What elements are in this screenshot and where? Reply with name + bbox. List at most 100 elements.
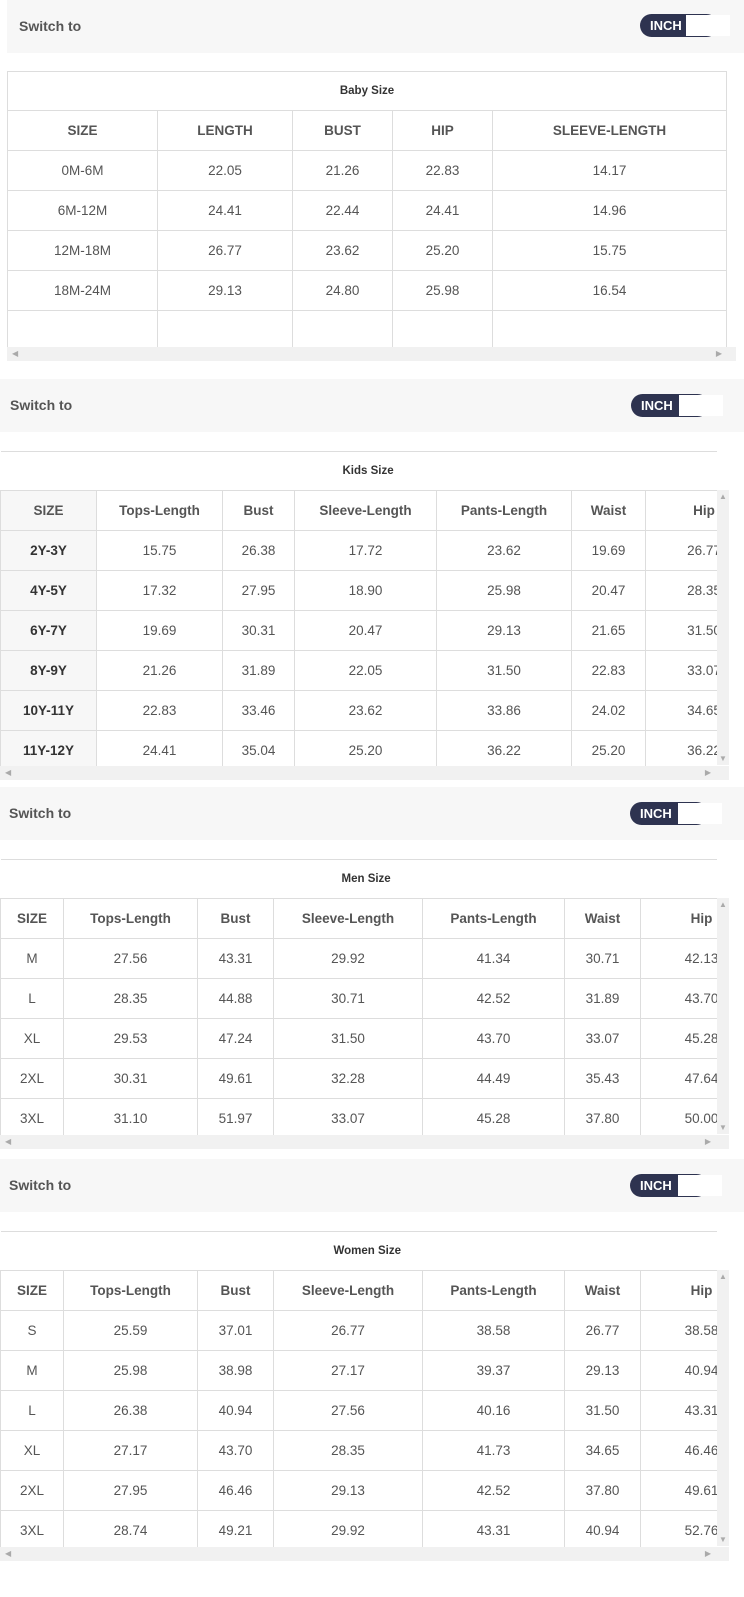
measurement-cell: 25.98 bbox=[392, 270, 493, 311]
horizontal-scrollbar[interactable]: ◀ ▶ bbox=[0, 766, 729, 780]
table-title: Men Size bbox=[0, 859, 717, 899]
scroll-up-icon[interactable]: ▲ bbox=[719, 1272, 727, 1281]
measurement-cell: 17.72 bbox=[294, 530, 437, 571]
kids-size-table: Kids Size SIZE Tops-Length Bust Sleeve-Leng… bbox=[0, 451, 717, 767]
table-row: 10Y-11Y22.8333.4623.6233.8624.0234.65 bbox=[0, 690, 717, 731]
measurement-cell: 24.41 bbox=[157, 190, 293, 231]
size-cell: 18M-24M bbox=[7, 270, 158, 311]
measurement-cell: 31.50 bbox=[564, 1390, 641, 1431]
measurement-cell: 24.80 bbox=[292, 270, 393, 311]
measurement-cell: 45.28 bbox=[422, 1098, 565, 1135]
measurement-cell: 16.54 bbox=[491, 270, 728, 311]
scroll-right-icon[interactable]: ▶ bbox=[716, 347, 722, 361]
horizontal-scrollbar[interactable]: ◀ ▶ bbox=[0, 1135, 729, 1149]
measurement-cell: 42.52 bbox=[422, 978, 565, 1019]
unit-toggle[interactable]: INCH bbox=[630, 802, 722, 825]
measurement-cell: 19.69 bbox=[96, 610, 223, 651]
vertical-scrollbar[interactable]: ▲ ▼ bbox=[717, 490, 729, 765]
table-row: 8Y-9Y21.2631.8922.0531.5022.8333.07 bbox=[0, 650, 717, 691]
scroll-right-icon[interactable]: ▶ bbox=[705, 766, 711, 780]
measurement-cell: 37.80 bbox=[564, 1470, 641, 1511]
scroll-up-icon[interactable]: ▲ bbox=[719, 492, 727, 501]
measurement-cell: 42.52 bbox=[422, 1470, 565, 1511]
column-header: Waist bbox=[571, 490, 646, 531]
scroll-up-icon[interactable]: ▲ bbox=[719, 900, 727, 909]
measurement-cell: 35.43 bbox=[564, 1058, 641, 1099]
unit-toggle[interactable]: INCH bbox=[631, 394, 723, 417]
scroll-left-icon[interactable]: ◀ bbox=[5, 766, 11, 780]
measurement-cell: 37.80 bbox=[564, 1098, 641, 1135]
scroll-left-icon[interactable]: ◀ bbox=[5, 1135, 11, 1149]
measurement-cell: 28.35 bbox=[645, 570, 717, 611]
unit-toggle[interactable]: INCH bbox=[640, 14, 730, 37]
measurement-cell: 33.07 bbox=[645, 650, 717, 691]
scroll-left-icon[interactable]: ◀ bbox=[12, 347, 18, 361]
column-header: Bust bbox=[197, 1270, 274, 1311]
size-cell: 2XL bbox=[0, 1470, 64, 1511]
measurement-cell: 27.56 bbox=[273, 1390, 423, 1431]
measurement-cell: 40.94 bbox=[639, 1350, 717, 1391]
measurement-cell: 31.10 bbox=[63, 1098, 198, 1135]
scroll-down-icon[interactable]: ▼ bbox=[719, 1535, 727, 1544]
measurement-cell: 21.26 bbox=[292, 150, 393, 191]
toggle-knob[interactable] bbox=[686, 15, 730, 36]
column-header: SIZE bbox=[0, 1270, 64, 1311]
measurement-cell: 47.24 bbox=[197, 1018, 274, 1059]
column-header: SIZE bbox=[7, 110, 158, 151]
size-cell: L bbox=[0, 1390, 64, 1431]
column-header: Bust bbox=[222, 490, 295, 531]
measurement-cell: 47.64 bbox=[639, 1058, 717, 1099]
measurement-cell: 27.17 bbox=[273, 1350, 423, 1391]
measurement-cell: 25.20 bbox=[294, 730, 437, 767]
table-row: 2XL 30.31 49.61 32.28 44.49 35.43 47.64 bbox=[0, 1058, 717, 1099]
scroll-down-icon[interactable]: ▼ bbox=[719, 1123, 727, 1132]
column-header: Tops-Length bbox=[63, 1270, 198, 1311]
size-cell: XL bbox=[0, 1430, 64, 1471]
measurement-cell: 26.77 bbox=[564, 1310, 641, 1351]
scroll-right-icon[interactable]: ▶ bbox=[705, 1135, 711, 1149]
measurement-cell: 43.70 bbox=[422, 1018, 565, 1059]
size-cell: M bbox=[0, 938, 64, 979]
measurement-cell: 21.26 bbox=[96, 650, 223, 691]
toggle-knob[interactable] bbox=[678, 1175, 722, 1196]
size-cell: 8Y-9Y bbox=[0, 650, 97, 691]
vertical-scrollbar[interactable] bbox=[724, 347, 736, 361]
unit-toggle[interactable]: INCH bbox=[630, 1174, 722, 1197]
toggle-knob[interactable] bbox=[679, 395, 723, 416]
measurement-cell: 25.98 bbox=[436, 570, 572, 611]
toggle-knob[interactable] bbox=[678, 803, 722, 824]
column-header: Tops-Length bbox=[96, 490, 223, 531]
measurement-cell: 38.58 bbox=[422, 1310, 565, 1351]
measurement-cell: 25.20 bbox=[392, 230, 493, 271]
measurement-cell: 35.04 bbox=[222, 730, 295, 767]
measurement-cell: 29.13 bbox=[157, 270, 293, 311]
measurement-cell: 22.05 bbox=[157, 150, 293, 191]
scroll-right-icon[interactable]: ▶ bbox=[705, 1547, 711, 1561]
measurement-cell: 30.71 bbox=[273, 978, 423, 1019]
horizontal-scrollbar[interactable]: ◀ ▶ bbox=[0, 1547, 729, 1561]
vertical-scrollbar[interactable]: ▲ ▼ bbox=[717, 898, 729, 1134]
table-row: L 28.35 44.88 30.71 42.52 31.89 43.70 bbox=[0, 978, 717, 1019]
table-row: 0M-6M 22.05 21.26 22.83 14.17 bbox=[7, 150, 728, 191]
measurement-cell: 46.46 bbox=[197, 1470, 274, 1511]
table-row: XL 27.17 43.70 28.35 41.73 34.65 46.46 bbox=[0, 1430, 717, 1471]
scroll-left-icon[interactable]: ◀ bbox=[5, 1547, 11, 1561]
switch-to-label: Switch to bbox=[19, 18, 82, 34]
measurement-cell: 42.13 bbox=[639, 938, 717, 979]
size-cell: 10Y-11Y bbox=[0, 690, 97, 731]
measurement-cell: 41.34 bbox=[422, 938, 565, 979]
horizontal-scrollbar[interactable]: ◀ ▶ bbox=[7, 347, 730, 361]
scroll-down-icon[interactable]: ▼ bbox=[719, 754, 727, 763]
measurement-cell: 20.47 bbox=[294, 610, 437, 651]
measurement-cell: 43.70 bbox=[197, 1430, 274, 1471]
measurement-cell: 30.31 bbox=[63, 1058, 198, 1099]
measurement-cell: 32.28 bbox=[273, 1058, 423, 1099]
measurement-cell: 24.41 bbox=[96, 730, 223, 767]
measurement-cell: 43.31 bbox=[197, 938, 274, 979]
measurement-cell: 31.89 bbox=[564, 978, 641, 1019]
vertical-scrollbar[interactable]: ▲ ▼ bbox=[717, 1270, 729, 1546]
measurement-cell: 29.92 bbox=[273, 1510, 423, 1547]
women-size-table: Women Size SIZE Tops-Length Bust Sleeve-Len… bbox=[0, 1231, 717, 1547]
measurement-cell: 26.38 bbox=[222, 530, 295, 571]
measurement-cell: 28.35 bbox=[273, 1430, 423, 1471]
